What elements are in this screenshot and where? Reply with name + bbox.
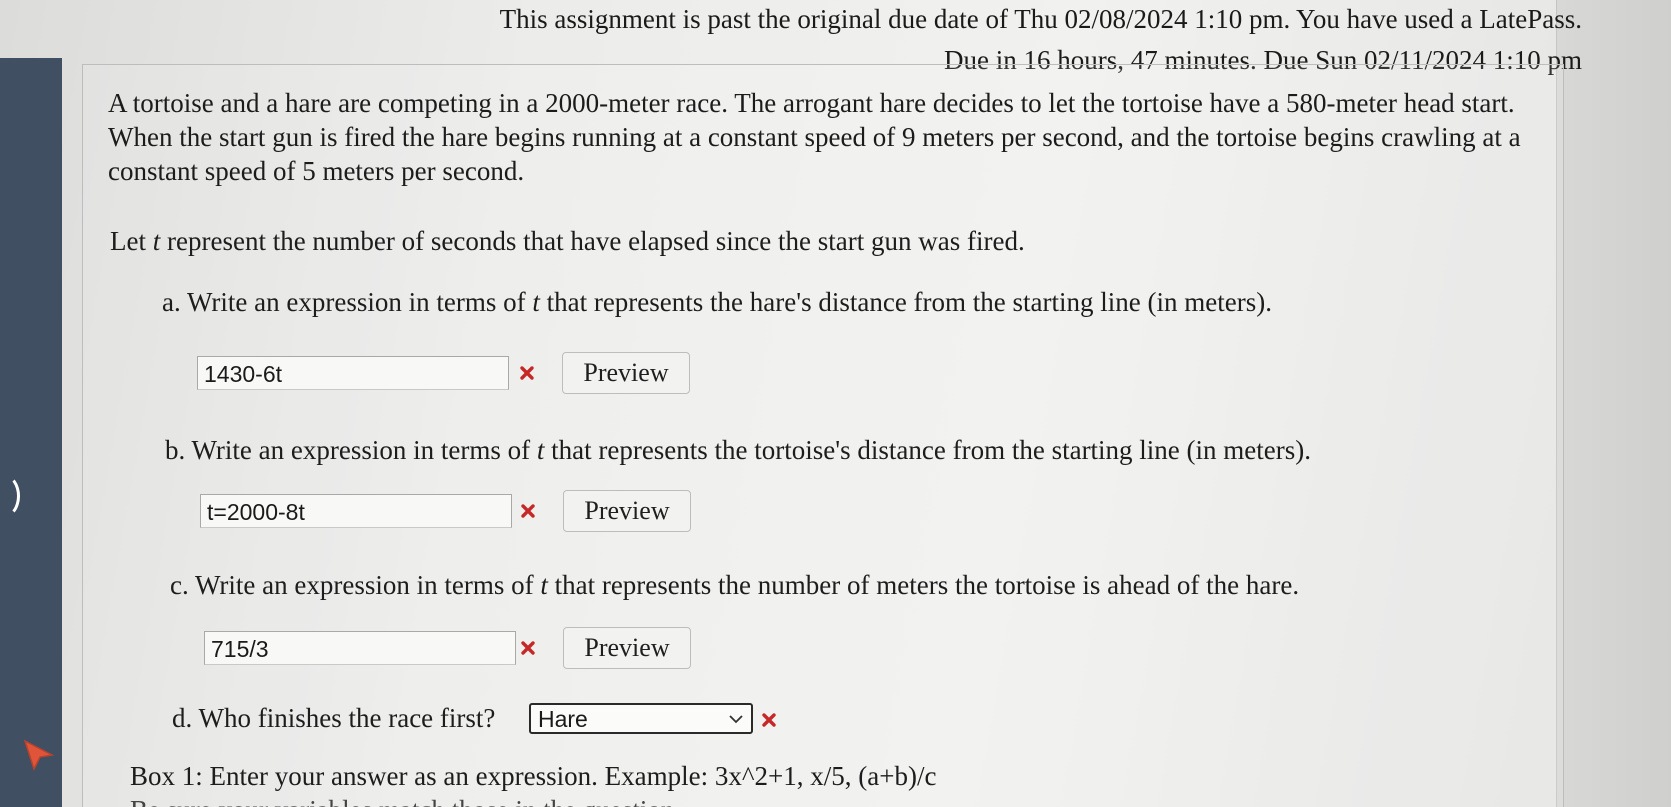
- part-c-prompt: c. Write an expression in terms of t tha…: [170, 569, 1299, 601]
- problem-statement: A tortoise and a hare are competing in a…: [108, 88, 1521, 186]
- part-b-prefix: b. Write an expression in terms of: [165, 435, 537, 465]
- part-c-prefix: c. Write an expression in terms of: [170, 570, 541, 600]
- variable-definition: Let t represent the number of seconds th…: [110, 225, 1025, 257]
- variable-definition-suffix: represent the number of seconds that hav…: [160, 226, 1025, 256]
- variable-definition-prefix: Let: [110, 226, 153, 256]
- screen: This assignment is past the original due…: [0, 0, 1671, 807]
- sidebar-toggle-icon[interactable]: [0, 474, 20, 518]
- part-a-prefix: a. Write an expression in terms of: [162, 287, 533, 317]
- variable-match-hint: Be sure your variables match those in th…: [130, 794, 674, 807]
- part-a-preview-button[interactable]: Preview: [562, 352, 690, 394]
- mouse-cursor-icon: [23, 739, 55, 771]
- x-mark-icon: [521, 504, 535, 518]
- x-mark-icon: [521, 641, 535, 655]
- part-c-answer-input[interactable]: 715/3: [204, 631, 516, 665]
- answer-format-hint: Box 1: Enter your answer as an expressio…: [130, 761, 937, 791]
- part-a-variable: t: [532, 287, 540, 317]
- part-c-preview-button[interactable]: Preview: [563, 627, 691, 669]
- x-mark-icon: [762, 713, 776, 727]
- late-notice: This assignment is past the original due…: [499, 4, 1582, 34]
- part-d-selected-value: Hare: [538, 706, 588, 732]
- chevron-down-icon: [729, 715, 743, 724]
- part-c-suffix: that represents the number of meters the…: [547, 570, 1300, 600]
- part-b-preview-button[interactable]: Preview: [563, 490, 691, 532]
- right-panel: [1556, 0, 1671, 807]
- part-d-answer-select[interactable]: Hare: [529, 703, 753, 734]
- part-b-suffix: that represents the tortoise's distance …: [544, 435, 1311, 465]
- part-a-answer-input[interactable]: 1430-6t: [197, 356, 509, 390]
- part-a-suffix: that represents the hare's distance from…: [539, 287, 1272, 317]
- part-c-variable: t: [540, 570, 548, 600]
- left-sidebar: [0, 58, 62, 807]
- part-b-prompt: b. Write an expression in terms of t tha…: [165, 434, 1311, 466]
- part-b-answer-input[interactable]: t=2000-8t: [200, 494, 512, 528]
- x-mark-icon: [520, 366, 534, 380]
- part-a-prompt: a. Write an expression in terms of t tha…: [162, 286, 1272, 318]
- part-d-prompt: d. Who finishes the race first?: [172, 703, 496, 733]
